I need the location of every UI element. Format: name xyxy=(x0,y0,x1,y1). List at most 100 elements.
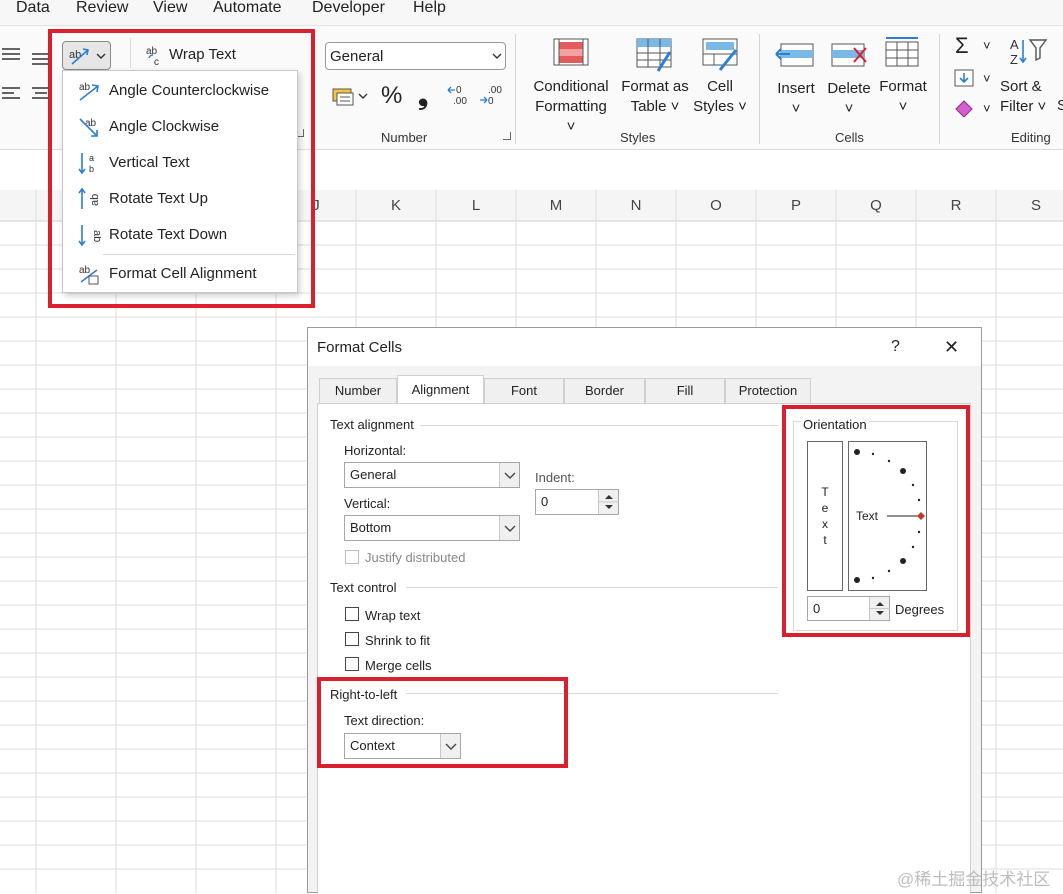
merge-cells-checkbox[interactable] xyxy=(345,657,359,671)
delete-button[interactable]: Delete ˅ xyxy=(824,79,874,119)
divider xyxy=(939,34,940,144)
help-button[interactable]: ? xyxy=(891,338,900,356)
chevron-down-icon: ˅ xyxy=(791,100,801,117)
indent-spinner[interactable]: 0 xyxy=(535,489,619,515)
chevron-down-icon xyxy=(499,516,519,540)
align-left-icon[interactable] xyxy=(2,86,20,102)
conditional-label-2-text: Formatting xyxy=(535,98,607,115)
orientation-heading: Orientation xyxy=(801,417,869,432)
column-header-r[interactable]: R xyxy=(916,190,996,221)
format-label: Format xyxy=(879,78,927,95)
orientation-button[interactable]: ab xyxy=(62,41,111,70)
chevron-down-icon[interactable]: ˅ xyxy=(983,101,991,116)
tab-border[interactable]: Border xyxy=(564,378,645,404)
menu-item-label: Angle Clockwise xyxy=(109,118,220,135)
fill-down-icon[interactable] xyxy=(954,68,976,88)
wrap-text-button[interactable]: Wrap Text xyxy=(169,46,236,63)
tab-alignment[interactable]: Alignment xyxy=(397,375,484,405)
column-header-p[interactable]: P xyxy=(756,190,836,221)
angle-ccw-icon: ab xyxy=(79,82,99,101)
cell-styles-button[interactable]: Cell Styles ˅ xyxy=(690,77,750,117)
accounting-format-icon[interactable] xyxy=(331,85,355,107)
menu-item-angle-clockwise[interactable]: ab Angle Clockwise xyxy=(63,109,297,143)
find-select-button[interactable]: S xyxy=(1057,97,1063,114)
horizontal-select[interactable]: General xyxy=(344,462,520,488)
menu-item-vertical-text[interactable]: ab Vertical Text xyxy=(63,145,297,179)
menu-developer[interactable]: Developer xyxy=(312,0,385,17)
conditional-formatting-button[interactable]: Conditional Formatting ˅ xyxy=(530,77,612,137)
vertical-select[interactable]: Bottom xyxy=(344,515,520,541)
menu-review[interactable]: Review xyxy=(76,0,128,17)
clear-eraser-icon[interactable] xyxy=(954,97,976,117)
close-button[interactable]: ✕ xyxy=(944,337,959,358)
justify-distributed-label: Justify distributed xyxy=(365,550,466,565)
autosum-icon[interactable]: Σ xyxy=(955,33,969,59)
menu-item-angle-counterclockwise[interactable]: ab Angle Counterclockwise xyxy=(63,73,297,107)
comma-style-button[interactable]: ❟ xyxy=(418,80,428,112)
percent-style-button[interactable]: % xyxy=(381,82,402,110)
menu-help[interactable]: Help xyxy=(413,0,446,17)
text-direction-select[interactable]: Context xyxy=(344,733,461,759)
number-group-label: Number xyxy=(381,130,428,145)
menu-item-label: Vertical Text xyxy=(109,154,190,171)
vertical-letter: t xyxy=(823,533,827,547)
svg-text:a: a xyxy=(89,153,94,163)
chevron-down-icon[interactable]: ˅ xyxy=(983,71,991,86)
column-header-q[interactable]: Q xyxy=(836,190,916,221)
divider xyxy=(515,34,516,144)
format-button[interactable]: Format ˅ xyxy=(876,77,930,117)
sort-label-2: Filter ˅ xyxy=(1000,98,1047,115)
number-format-select[interactable]: General xyxy=(325,42,506,70)
vertical-text-toggle[interactable]: T e x t xyxy=(807,441,843,591)
orientation-dial[interactable]: Text xyxy=(848,441,927,591)
column-header-n[interactable]: N xyxy=(596,190,676,221)
tab-fill[interactable]: Fill xyxy=(645,378,725,404)
sort-filter-button[interactable]: Sort & Filter ˅ xyxy=(1000,77,1060,117)
format-table-label-2: Table ˅ xyxy=(630,98,680,115)
degrees-value: 0 xyxy=(813,601,821,616)
menu-item-format-cell-alignment[interactable]: ab Format Cell Alignment xyxy=(63,256,297,290)
align-middle-icon[interactable] xyxy=(32,52,50,66)
column-header-l[interactable]: L xyxy=(436,190,516,221)
wrap-text-checkbox[interactable] xyxy=(345,607,359,621)
align-center-icon[interactable] xyxy=(32,86,50,102)
svg-text:ab: ab xyxy=(85,118,97,129)
format-cells-icon xyxy=(885,37,919,67)
dialog-titlebar xyxy=(308,328,981,366)
menu-view[interactable]: View xyxy=(153,0,187,17)
column-header-k[interactable]: K xyxy=(356,190,436,221)
decrease-decimal-icon[interactable]: .000 xyxy=(479,84,503,106)
watermark: @稀土掘金技术社区 xyxy=(897,870,1051,889)
column-header-s[interactable]: S xyxy=(996,190,1063,221)
divider xyxy=(406,587,778,588)
sort-label-1: Sort & xyxy=(1000,78,1042,95)
sort-filter-icon: AZ xyxy=(1010,37,1048,67)
chevron-down-icon[interactable]: ˅ xyxy=(983,38,991,53)
dial-text-label: Text xyxy=(856,509,879,523)
svg-text:c: c xyxy=(154,57,159,66)
number-dialog-launcher-icon[interactable] xyxy=(503,132,511,140)
increase-decimal-icon[interactable]: 0.00 xyxy=(447,84,471,106)
column-header-m[interactable]: M xyxy=(516,190,596,221)
justify-distributed-checkbox[interactable] xyxy=(345,550,359,564)
format-as-table-button[interactable]: Format as Table ˅ xyxy=(617,77,693,117)
tab-font[interactable]: Font xyxy=(484,378,564,404)
insert-button[interactable]: Insert ˅ xyxy=(770,79,822,119)
tab-number[interactable]: Number xyxy=(319,378,397,404)
menu-item-label: Rotate Text Down xyxy=(109,226,228,243)
menu-data[interactable]: Data xyxy=(16,0,50,17)
svg-text:ab: ab xyxy=(91,230,101,242)
indent-value: 0 xyxy=(541,494,549,509)
shrink-to-fit-checkbox[interactable] xyxy=(345,632,359,646)
menu-item-rotate-text-up[interactable]: ab Rotate Text Up xyxy=(63,181,297,215)
chevron-down-icon[interactable] xyxy=(358,93,368,99)
svg-text:0: 0 xyxy=(488,96,494,106)
merge-cells-label: Merge cells xyxy=(365,658,432,673)
menu-item-rotate-text-down[interactable]: ab Rotate Text Down xyxy=(63,217,297,251)
menu-automate[interactable]: Automate xyxy=(213,0,281,17)
tab-protection[interactable]: Protection xyxy=(725,378,811,404)
degrees-spinner[interactable]: 0 xyxy=(807,596,890,621)
column-header-o[interactable]: O xyxy=(676,190,756,221)
conditional-formatting-icon xyxy=(553,38,589,66)
align-top-icon[interactable] xyxy=(2,47,20,61)
